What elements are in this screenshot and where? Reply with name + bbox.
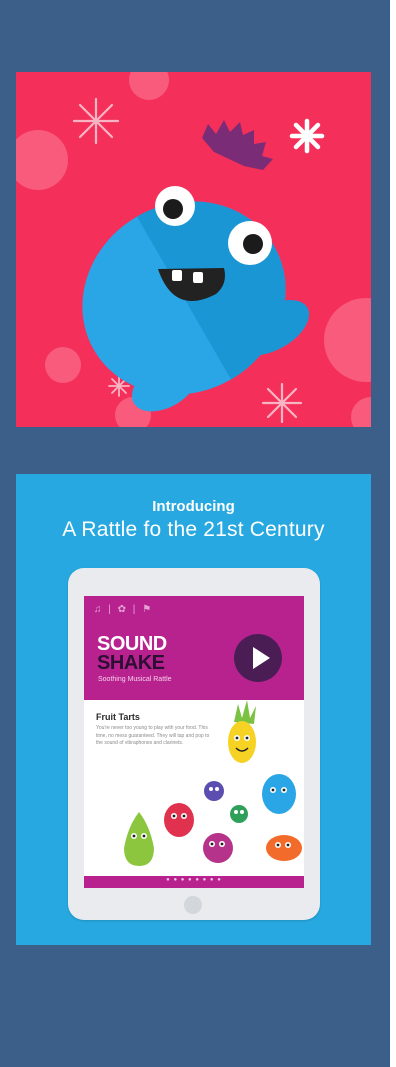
play-button [234, 634, 282, 682]
monster-pupil [243, 234, 263, 254]
app-header: ♫ | ✿ | ⚑ SOUND SHAKE Soothing Musical R… [84, 596, 304, 700]
plum-monster [204, 781, 224, 801]
sparkle-icon [72, 97, 120, 145]
decor-bubble [45, 347, 81, 383]
promo-card: Introducing A Rattle fo the 21st Century… [16, 474, 371, 945]
brand-wordmark-line2: SHAKE [97, 652, 165, 674]
monster-pupil [163, 199, 183, 219]
sparkle-icon [261, 382, 303, 424]
page-indicator: ● ● ● ● ● ● ● ● [166, 877, 222, 883]
snowflake-icon [289, 118, 325, 154]
grape-monster [203, 833, 233, 863]
blue-monster-illustration [16, 72, 371, 427]
monster-tooth [172, 270, 182, 281]
app-footer: ● ● ● ● ● ● ● ● [84, 876, 304, 888]
decor-bubble [129, 72, 169, 100]
background-panel: Introducing A Rattle fo the 21st Century… [0, 0, 390, 1067]
fruit-monsters-illustration [124, 700, 302, 866]
blueberry-monster [262, 774, 296, 814]
orange-monster [266, 835, 302, 861]
promo-headline: Introducing [152, 498, 235, 515]
monster-spikes [202, 120, 273, 170]
brand-tagline: Soothing Musical Rattle [98, 676, 172, 683]
pear-monster [124, 812, 154, 866]
toolbar-icons: ♫ | ✿ | ⚑ [94, 604, 154, 615]
decor-bubble [351, 397, 371, 427]
brand-wordmark-line1: SOUND [97, 633, 167, 655]
promo-subheadline: A Rattle fo the 21st Century [62, 518, 325, 541]
app-icon-image [16, 72, 371, 427]
strawberry-monster [164, 803, 194, 837]
lime-monster [230, 805, 248, 823]
play-icon [253, 647, 270, 669]
tablet-screen: ♫ | ✿ | ⚑ SOUND SHAKE Soothing Musical R… [84, 596, 304, 888]
tablet-mockup: ♫ | ✿ | ⚑ SOUND SHAKE Soothing Musical R… [68, 568, 320, 920]
decor-bubble [324, 298, 371, 382]
pineapple-monster [228, 700, 256, 763]
home-button [184, 896, 202, 914]
decor-bubble [16, 130, 68, 190]
monster-tooth [193, 272, 203, 283]
